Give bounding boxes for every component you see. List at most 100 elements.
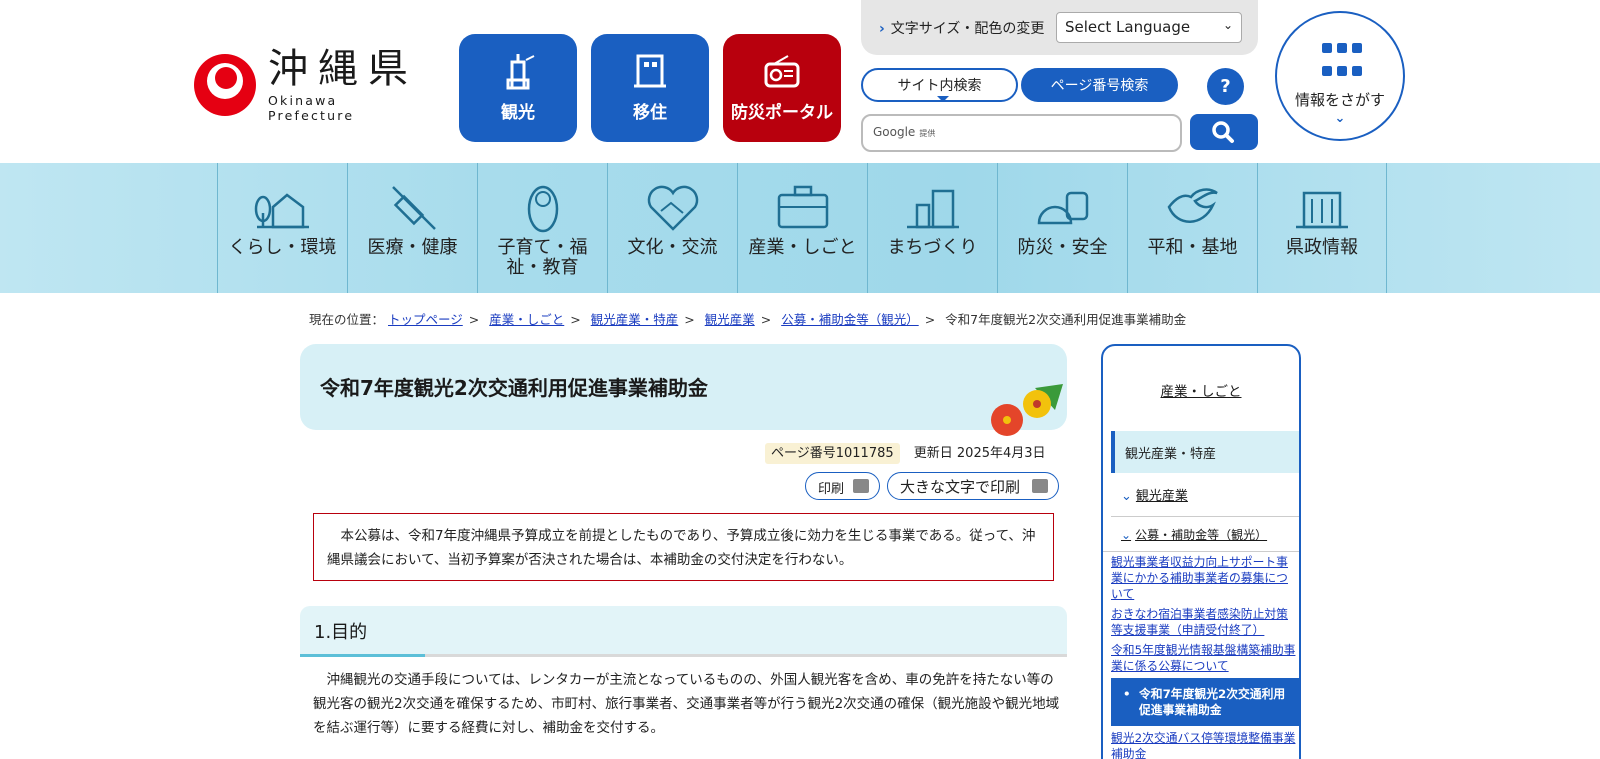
logo-name-ja: 沖縄県 [268, 46, 418, 92]
tourism-icon [506, 54, 535, 90]
nav-label: まちづくり [887, 237, 978, 258]
chevron-down-icon: ⌄ [1121, 489, 1132, 504]
breadcrumb-link[interactable]: 観光産業・特産 [591, 312, 679, 327]
breadcrumb-link[interactable]: トップページ [388, 312, 463, 327]
breadcrumb-link[interactable]: 観光産業 [705, 312, 755, 327]
language-select[interactable]: Select Language ⌄ [1056, 12, 1242, 43]
sidebar-subcategory-label: 観光産業 [1135, 489, 1188, 504]
syringe-icon [391, 186, 436, 230]
nav-label: 医療・健康 [367, 237, 458, 258]
nav-label: 文化・交流 [627, 237, 718, 258]
breadcrumb-current: 令和7年度観光2次交通利用促進事業補助金 [945, 312, 1187, 327]
sidebar-category[interactable]: 観光産業・特産 [1111, 431, 1299, 473]
quick-link-tourism[interactable]: 観光 [459, 34, 577, 142]
printer-icon [1032, 479, 1048, 493]
section-body: 沖縄観光の交通手段については、レンタカーが主流となっているものの、外国人観光客を… [313, 672, 1060, 736]
sidebar-subcategory-2[interactable]: ⌄ 公募・補助金等（観光） [1103, 517, 1299, 552]
quick-link-disaster-portal-label: 防災ポータル [731, 103, 833, 123]
sidebar-link[interactable]: 観光事業者収益力向上サポート事業にかかる補助事業者の募集について [1111, 552, 1299, 604]
chevron-down-icon: ⌄ [1121, 528, 1132, 542]
info-search-label: 情報をさがす [1294, 91, 1385, 109]
chevron-down-icon: ⌄ [1334, 111, 1346, 126]
search-icon [1212, 121, 1234, 143]
city-icon [906, 189, 959, 229]
tab-site-search[interactable]: サイト内検索 [861, 68, 1018, 102]
language-select-value: Select Language [1065, 18, 1191, 36]
print-large-button[interactable]: 大きな文字で印刷 [887, 472, 1059, 500]
prefecture-emblem-icon [194, 54, 256, 116]
dove-icon [1167, 188, 1218, 223]
nav-item-industry-work[interactable]: 産業・しごと [737, 163, 867, 293]
print-button-label: 印刷 [818, 482, 845, 497]
nav-item-medical-health[interactable]: 医療・健康 [347, 163, 477, 293]
search-button[interactable] [1190, 114, 1258, 150]
notice-box: 本公募は、令和7年度沖縄県予算成立を前提としたものであり、予算成立後に効力を生じ… [313, 513, 1054, 581]
government-building-icon [1296, 191, 1348, 229]
site-logo[interactable]: 沖縄県 Okinawa Prefecture [194, 46, 424, 123]
baby-icon [527, 185, 558, 233]
page-number-badge: ページ番号1011785 [765, 443, 900, 464]
radio-icon [764, 55, 800, 88]
search-provider-brand: Google [873, 125, 916, 139]
quick-link-disaster-portal[interactable]: 防災ポータル [723, 34, 841, 142]
search-input[interactable]: Google 提供 [861, 114, 1182, 152]
logo-name-en: Okinawa Prefecture [268, 93, 355, 123]
printer-icon [853, 479, 869, 493]
hibiscus-icon [991, 384, 1063, 436]
site-header: 沖縄県 Okinawa Prefecture 観光 移住 防災ポータル › 文字… [0, 0, 1600, 163]
grid-icon [1322, 43, 1362, 83]
section-heading: 1.目的 [300, 606, 1067, 657]
handshake-heart-icon [647, 185, 698, 231]
font-size-color-link[interactable]: › 文字サイズ・配色の変更 [879, 18, 1044, 38]
font-size-color-label: 文字サイズ・配色の変更 [890, 21, 1045, 37]
sidebar-subcategory[interactable]: ⌄ 観光産業 [1111, 473, 1299, 517]
quick-link-migration[interactable]: 移住 [591, 34, 709, 142]
sidebar-links: 観光事業者収益力向上サポート事業にかかる補助事業者の募集について おきなわ宿泊事… [1103, 552, 1299, 759]
nav-item-childcare-welfare-education[interactable]: 子育て・福祉・教育 [477, 163, 607, 293]
nav-label: 産業・しごと [748, 237, 857, 258]
nav-item-prefectural-govt[interactable]: 県政情報 [1257, 163, 1387, 293]
nav-item-disaster-safety[interactable]: 防災・安全 [997, 163, 1127, 293]
help-button[interactable]: ? [1207, 68, 1244, 105]
section-title: 1.目的 [314, 622, 368, 643]
quick-link-migration-label: 移住 [633, 103, 667, 123]
nav-label: 平和・基地 [1147, 237, 1238, 258]
sidebar-link[interactable]: 観光2次交通バス停等環境整備事業補助金 [1111, 728, 1299, 759]
sidebar-subcategory-2-label: 公募・補助金等（観光） [1135, 528, 1268, 542]
sidebar-link[interactable]: 令和5年度観光情報基盤構築補助事業に係る公募について [1111, 640, 1299, 676]
tab-page-number-search[interactable]: ページ番号検索 [1021, 68, 1178, 102]
quick-link-tourism-label: 観光 [501, 103, 535, 123]
sidebar-nav: 産業・しごと 観光産業・特産 ⌄ 観光産業 ⌄ 公募・補助金等（観光） 観光事業者収… [1101, 344, 1301, 759]
briefcase-icon [777, 185, 828, 229]
utility-bar: › 文字サイズ・配色の変更 Select Language ⌄ [861, 0, 1258, 55]
search-provider-note: 提供 [919, 129, 936, 138]
section-accent-bar [300, 654, 425, 657]
nav-label: 防災・安全 [1017, 237, 1108, 258]
chevron-down-icon: ⌄ [1222, 18, 1233, 32]
sidebar-current-item: 令和7年度観光2次交通利用促進事業補助金 [1111, 678, 1299, 726]
info-search-button[interactable]: 情報をさがす ⌄ [1275, 11, 1405, 141]
nav-label: 県政情報 [1286, 237, 1358, 258]
updated-date: 更新日 2025年4月3日 [913, 446, 1046, 461]
breadcrumb-prefix: 現在の位置： [309, 312, 385, 327]
house-icon [254, 193, 309, 229]
helmet-icon [1037, 191, 1088, 225]
global-nav: くらし・環境 医療・健康 子育て・福祉・教育 文化・交流 産業・しごと まちづく… [0, 163, 1600, 293]
sidebar-link[interactable]: おきなわ宿泊事業者感染防止対策等支援事業（申請受付終了） [1111, 604, 1299, 640]
breadcrumb-link[interactable]: 産業・しごと [489, 312, 564, 327]
nav-label: くらし・環境 [228, 237, 337, 258]
nav-item-peace-bases[interactable]: 平和・基地 [1127, 163, 1257, 293]
sidebar-top: 産業・しごと [1103, 346, 1299, 431]
sidebar-top-link[interactable]: 産業・しごと [1161, 384, 1242, 400]
page-title: 令和7年度観光2次交通利用促進事業補助金 [320, 376, 708, 400]
print-button[interactable]: 印刷 [805, 472, 880, 500]
page-title-box: 令和7年度観光2次交通利用促進事業補助金 [300, 344, 1067, 436]
page-meta: ページ番号1011785 更新日 2025年4月3日 [765, 442, 1046, 464]
nav-item-town-planning[interactable]: まちづくり [867, 163, 997, 293]
breadcrumb: 現在の位置： トップページ > 産業・しごと > 観光産業・特産 > 観光産業 > 公募… [309, 312, 1187, 327]
print-large-button-label: 大きな文字で印刷 [900, 478, 1021, 496]
nav-item-living-environment[interactable]: くらし・環境 [217, 163, 347, 293]
chevron-right-icon: › [879, 21, 885, 37]
breadcrumb-link[interactable]: 公募・補助金等（観光） [781, 312, 919, 327]
nav-item-culture-exchange[interactable]: 文化・交流 [607, 163, 737, 293]
